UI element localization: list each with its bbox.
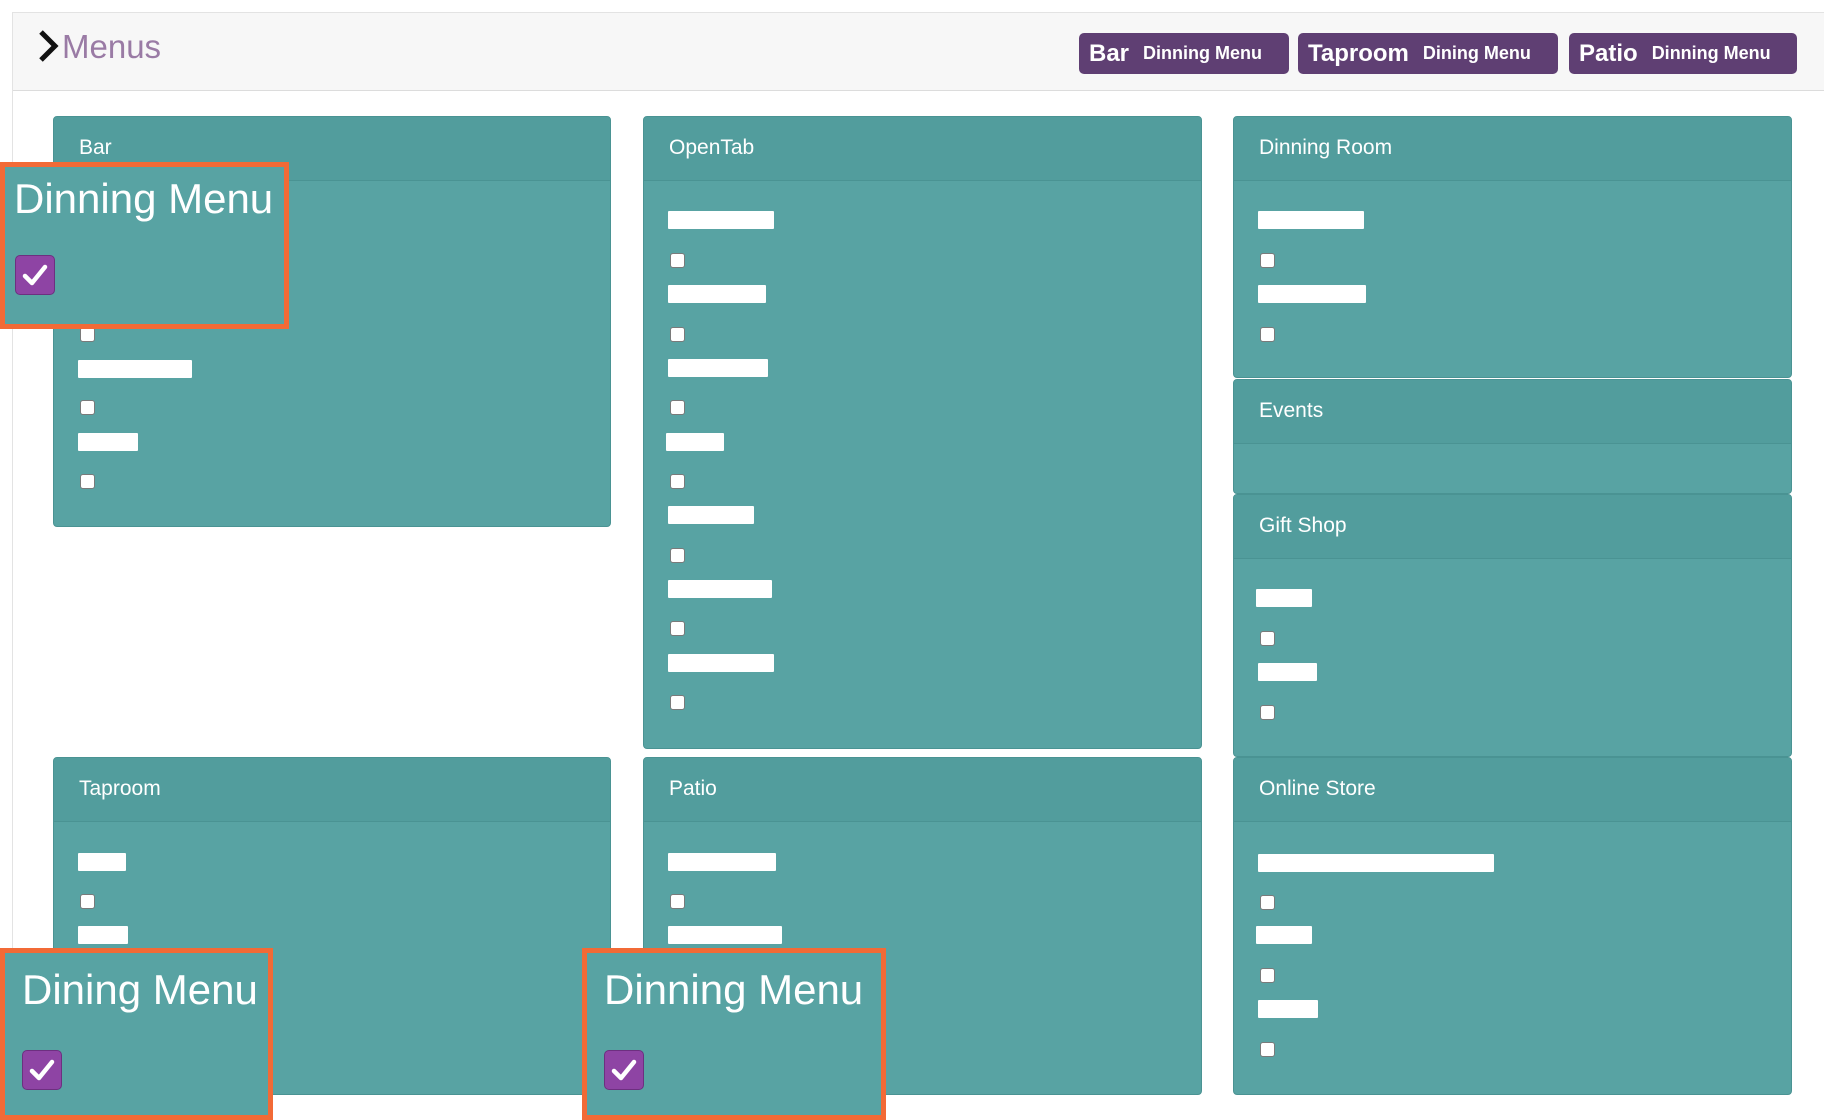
- panel-title: Dinning Room: [1234, 117, 1791, 181]
- chevron-right-icon: [39, 30, 59, 62]
- menu-checkbox[interactable]: [80, 474, 95, 489]
- redacted-label: [668, 285, 766, 303]
- redacted-label: [78, 360, 192, 378]
- checked-checkbox[interactable]: [604, 1050, 644, 1090]
- menu-checkbox[interactable]: [1260, 968, 1275, 983]
- menu-checkbox[interactable]: [670, 474, 685, 489]
- redacted-label: [1256, 926, 1312, 944]
- menu-checkbox[interactable]: [1260, 631, 1275, 646]
- menu-checkbox[interactable]: [1260, 705, 1275, 720]
- tag-taproom[interactable]: Taproom Dining Menu: [1298, 33, 1558, 74]
- page-title: Menus: [62, 28, 162, 65]
- tag-menu: Dining Menu: [1422, 43, 1531, 63]
- redacted-label: [668, 506, 754, 524]
- panel-events: Events: [1233, 379, 1792, 494]
- menu-checkbox[interactable]: [1260, 1042, 1275, 1057]
- menu-checkbox[interactable]: [1260, 253, 1275, 268]
- redacted-label: [668, 926, 782, 944]
- tag-name: Taproom: [1308, 39, 1409, 67]
- redacted-label: [78, 433, 138, 451]
- tag-name: Bar: [1089, 39, 1130, 67]
- panel-online-store: Online Store: [1233, 757, 1792, 1095]
- redacted-label: [1258, 285, 1366, 303]
- panel-title: Online Store: [1234, 758, 1791, 822]
- tag-menu: Dinning Menu: [1651, 43, 1771, 63]
- redacted-label: [1258, 854, 1494, 872]
- menu-checkbox[interactable]: [80, 327, 95, 342]
- callout-label: Dining Menu: [22, 966, 258, 1013]
- menu-checkbox[interactable]: [670, 621, 685, 636]
- checked-checkbox[interactable]: [22, 1050, 62, 1090]
- redacted-label: [1258, 663, 1317, 681]
- menu-checkbox[interactable]: [670, 327, 685, 342]
- callout-bar-dining: Dinning Menu: [0, 162, 289, 329]
- redacted-label: [668, 359, 768, 377]
- panel-title: Taproom: [54, 758, 610, 822]
- panel-title: Patio: [644, 758, 1201, 822]
- tag-name: Patio: [1579, 39, 1638, 67]
- checkmark-icon: [611, 1059, 637, 1081]
- menu-checkbox[interactable]: [80, 894, 95, 909]
- panel-dinning-room: Dinning Room: [1233, 116, 1792, 378]
- redacted-label: [668, 211, 774, 229]
- checked-checkbox[interactable]: [15, 255, 55, 295]
- callout-label: Dinning Menu: [14, 175, 274, 222]
- checkmark-icon: [22, 264, 48, 286]
- redacted-label: [78, 926, 128, 944]
- panel-opentab: OpenTab: [643, 116, 1202, 749]
- menu-checkbox[interactable]: [1260, 327, 1275, 342]
- redacted-label: [78, 853, 126, 871]
- redacted-label: [668, 580, 772, 598]
- redacted-label: [668, 654, 774, 672]
- redacted-label: [1256, 589, 1312, 607]
- menu-checkbox[interactable]: [670, 400, 685, 415]
- redacted-label: [1258, 211, 1364, 229]
- checkmark-icon: [29, 1059, 55, 1081]
- redacted-label: [1258, 1000, 1318, 1018]
- menu-checkbox[interactable]: [670, 548, 685, 563]
- panel-title: Gift Shop: [1234, 495, 1791, 559]
- redacted-label: [666, 433, 724, 451]
- panel-title: Events: [1234, 380, 1791, 444]
- menu-checkbox[interactable]: [80, 400, 95, 415]
- callout-patio-dining: Dinning Menu: [582, 948, 886, 1120]
- panel-title: OpenTab: [644, 117, 1201, 181]
- panel-gift-shop: Gift Shop: [1233, 494, 1792, 757]
- menu-checkbox[interactable]: [670, 695, 685, 710]
- tag-bar[interactable]: Bar Dinning Menu: [1079, 33, 1289, 74]
- tag-patio[interactable]: Patio Dinning Menu: [1569, 33, 1797, 74]
- redacted-label: [668, 853, 776, 871]
- menu-checkbox[interactable]: [670, 253, 685, 268]
- callout-label: Dinning Menu: [604, 966, 864, 1013]
- menu-checkbox[interactable]: [1260, 895, 1275, 910]
- menu-checkbox[interactable]: [670, 894, 685, 909]
- callout-taproom-dining: Dining Menu: [0, 948, 273, 1120]
- tag-menu: Dinning Menu: [1143, 43, 1263, 63]
